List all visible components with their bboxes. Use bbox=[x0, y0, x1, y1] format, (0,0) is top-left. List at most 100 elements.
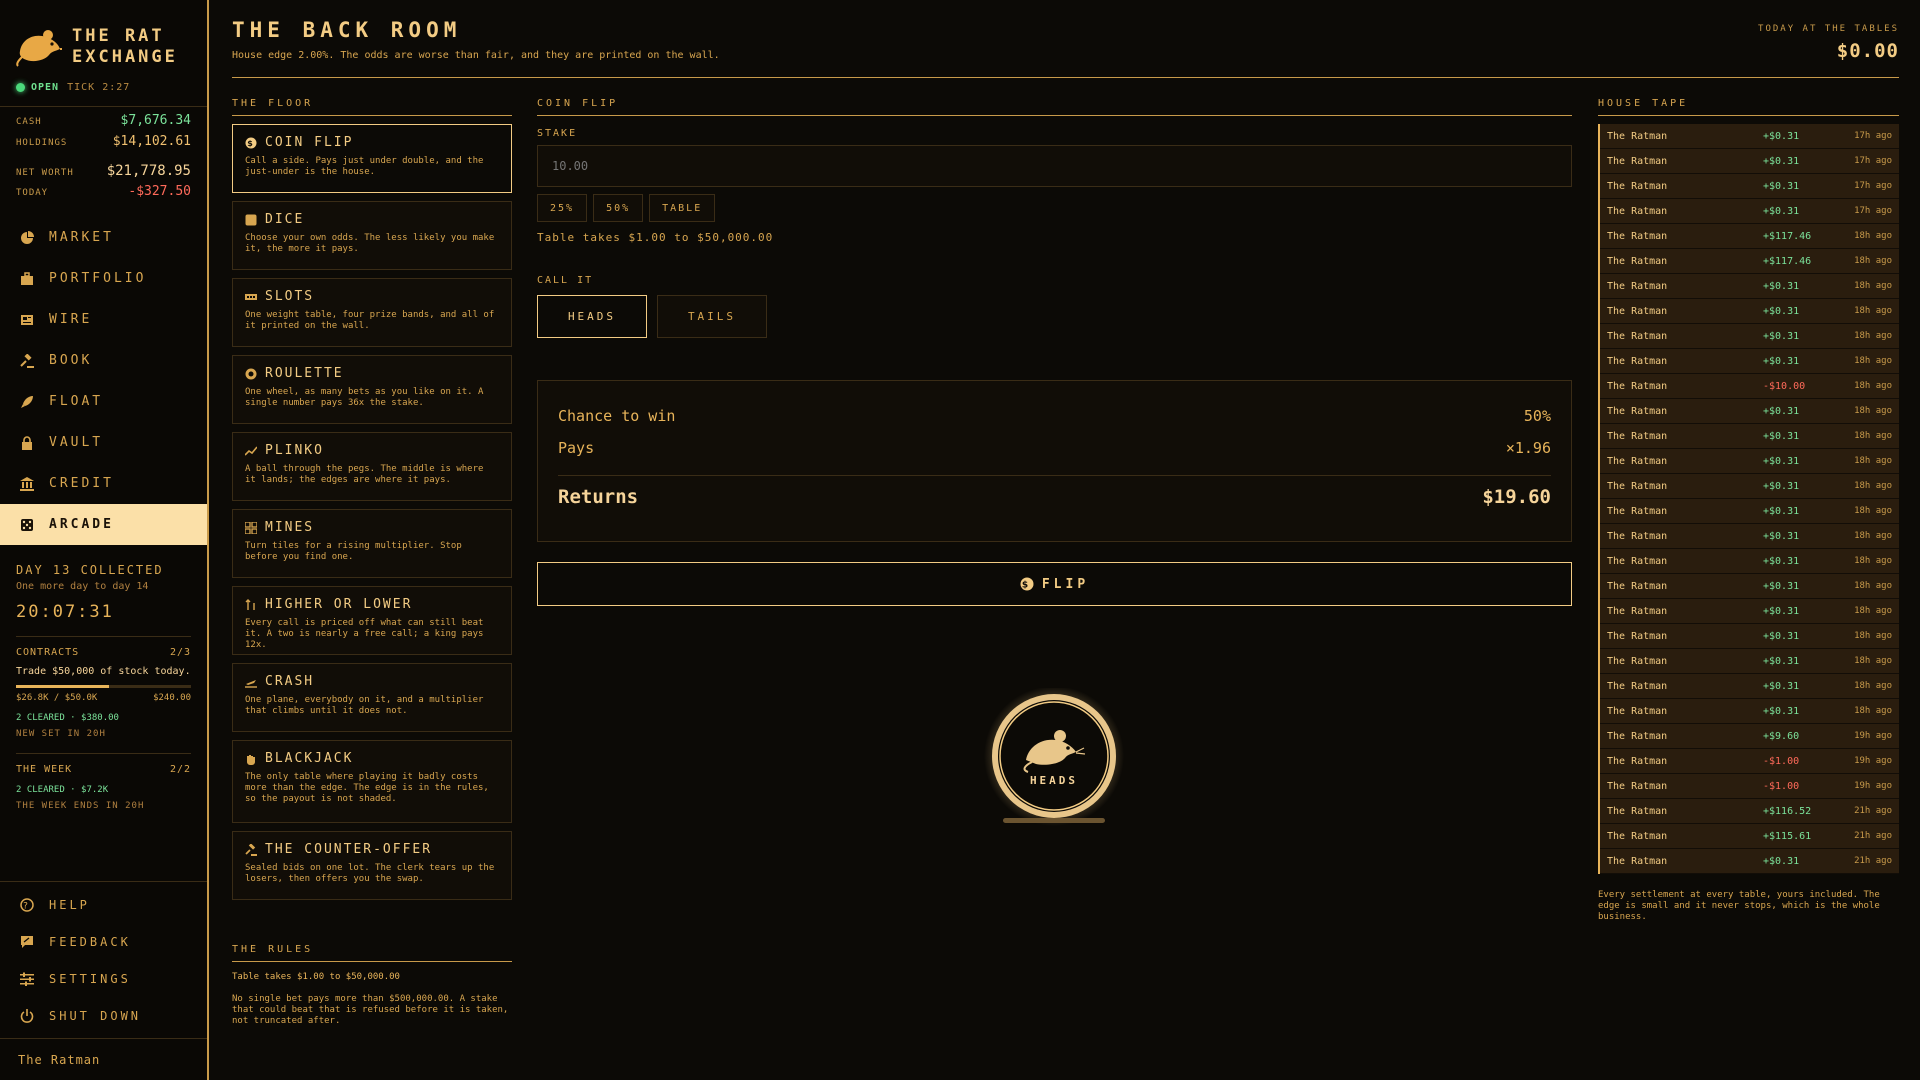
tape-user: The Ratman bbox=[1607, 380, 1668, 392]
tape-time: 18h ago bbox=[1854, 456, 1892, 466]
game-card-blackjack[interactable]: BLACKJACK The only table where playing i… bbox=[232, 740, 512, 823]
game-desc: One plane, everybody on it, and a multip… bbox=[245, 695, 484, 716]
tape-amount: +$0.31 bbox=[1763, 455, 1800, 467]
week-panel[interactable]: THE WEEK 2/2 2 CLEARED · $7.2K THE WEEK … bbox=[0, 754, 207, 811]
contract-numbers: $26.8K / $50.0K $240.00 bbox=[16, 693, 191, 703]
nav-item-arcade[interactable]: ARCADE bbox=[0, 504, 207, 545]
rules-line: Table takes $1.00 to $50,000.00 bbox=[232, 972, 400, 982]
brand-line-2: EXCHANGE bbox=[72, 47, 178, 67]
coin-face-graphic bbox=[984, 686, 1124, 826]
game-card-counter-offer[interactable]: THE COUNTER-OFFER Sealed bids on one lot… bbox=[232, 831, 512, 900]
tape-time: 18h ago bbox=[1854, 431, 1892, 441]
tape-time: 18h ago bbox=[1854, 506, 1892, 516]
quick-25-button[interactable]: 25% bbox=[537, 194, 588, 222]
tape-user: The Ratman bbox=[1607, 830, 1668, 842]
coin-flip-panel: COIN FLIP STAKE 25% 50% TABLE Table take… bbox=[537, 98, 1572, 826]
current-user[interactable]: The Ratman bbox=[0, 1038, 207, 1080]
contract-task: Trade $50,000 of stock today. bbox=[16, 666, 191, 677]
coin[interactable]: HEADS bbox=[984, 686, 1124, 828]
app-root: THE RAT EXCHANGE OPEN TICK 2:27 CASH $7,… bbox=[0, 0, 1920, 1080]
tape-amount: +$0.31 bbox=[1763, 205, 1800, 217]
game-card-slots[interactable]: SLOTS One weight table, four prize bands… bbox=[232, 278, 512, 347]
brand[interactable]: THE RAT EXCHANGE bbox=[0, 0, 207, 74]
game-card-higher-or-lower[interactable]: HIGHER OR LOWER Every call is priced off… bbox=[232, 586, 512, 655]
tape-amount: +$115.61 bbox=[1763, 830, 1812, 842]
daily-timer: 20:07:31 bbox=[16, 602, 114, 622]
cash-row: CASH $7,676.34 bbox=[16, 113, 191, 134]
nav-item-settings[interactable]: SETTINGS bbox=[0, 960, 207, 997]
tape-user: The Ratman bbox=[1607, 580, 1668, 592]
game-card-dice[interactable]: DICE Choose your own odds. The less like… bbox=[232, 201, 512, 270]
game-desc: One wheel, as many bets as you like on i… bbox=[245, 387, 484, 408]
returns-row: Returns $19.60 bbox=[558, 486, 1551, 518]
tape-user: The Ratman bbox=[1607, 780, 1668, 792]
nav-item-vault[interactable]: VAULT bbox=[0, 422, 207, 463]
tape-user: The Ratman bbox=[1607, 630, 1668, 642]
tape-row: The Ratman +$0.31 18h ago bbox=[1600, 449, 1899, 474]
flip-button[interactable]: $ FLIP bbox=[537, 562, 1572, 606]
tape-amount: +$0.31 bbox=[1763, 180, 1800, 192]
quick-50-button[interactable]: 50% bbox=[593, 194, 644, 222]
contract-reward: $240.00 bbox=[153, 693, 191, 703]
cash-label: CASH bbox=[16, 117, 42, 127]
coin-face-label: HEADS bbox=[1029, 774, 1079, 787]
quick-table-button[interactable]: TABLE bbox=[649, 194, 716, 222]
daily-title: DAY 13 COLLECTED bbox=[16, 563, 164, 577]
game-card-mines[interactable]: MINES Turn tiles for a rising multiplier… bbox=[232, 509, 512, 578]
contracts-label: CONTRACTS bbox=[16, 647, 80, 658]
tape-user: The Ratman bbox=[1607, 455, 1668, 467]
tape-time: 19h ago bbox=[1854, 731, 1892, 741]
tape-amount: +$0.31 bbox=[1763, 130, 1800, 142]
tape-row: The Ratman +$0.31 17h ago bbox=[1600, 124, 1899, 149]
tape-row: The Ratman +$0.31 21h ago bbox=[1600, 849, 1899, 874]
tape-amount: +$0.31 bbox=[1763, 505, 1800, 517]
dice-icon bbox=[245, 214, 257, 225]
tape-user: The Ratman bbox=[1607, 255, 1668, 267]
tape-time: 17h ago bbox=[1854, 181, 1892, 191]
game-card-crash[interactable]: CRASH One plane, everybody on it, and a … bbox=[232, 663, 512, 732]
contracts-panel[interactable]: CONTRACTS 2/3 Trade $50,000 of stock tod… bbox=[0, 637, 207, 739]
nav-item-shutdown[interactable]: SHUT DOWN bbox=[0, 997, 207, 1034]
gavel-icon bbox=[20, 353, 34, 368]
house-tape: HOUSE TAPE The Ratman +$0.31 17h ago The Ra… bbox=[1598, 98, 1899, 923]
tape-user: The Ratman bbox=[1607, 330, 1668, 342]
tape-user: The Ratman bbox=[1607, 155, 1668, 167]
nav-label: BOOK bbox=[49, 353, 93, 368]
nav-item-market[interactable]: MARKET bbox=[0, 217, 207, 258]
nav-item-credit[interactable]: CREDIT bbox=[0, 463, 207, 504]
tape-amount: +$0.31 bbox=[1763, 855, 1800, 867]
networth-row: NET WORTH $21,778.95 bbox=[16, 163, 191, 184]
nav-item-wire[interactable]: WIRE bbox=[0, 299, 207, 340]
chance-row: Chance to win 50% bbox=[558, 407, 1551, 439]
tails-button[interactable]: TAILS bbox=[657, 295, 767, 338]
tape-time: 18h ago bbox=[1854, 606, 1892, 616]
heads-button[interactable]: HEADS bbox=[537, 295, 647, 338]
game-card-coin-flip[interactable]: $ COIN FLIP Call a side. Pays just under … bbox=[232, 124, 512, 193]
nav-item-help[interactable]: ? HELP bbox=[0, 886, 207, 923]
nav-item-portfolio[interactable]: PORTFOLIO bbox=[0, 258, 207, 299]
rules-label: THE RULES bbox=[232, 944, 512, 962]
tape-row: The Ratman +$0.31 18h ago bbox=[1600, 274, 1899, 299]
tape-time: 17h ago bbox=[1854, 156, 1892, 166]
svg-text:?: ? bbox=[23, 901, 31, 911]
game-desc: Choose your own odds. The less likely yo… bbox=[245, 233, 495, 254]
status-tick: TICK 2:27 bbox=[67, 81, 131, 93]
tape-row: The Ratman -$1.00 19h ago bbox=[1600, 774, 1899, 799]
tape-row: The Ratman +$0.31 18h ago bbox=[1600, 399, 1899, 424]
nav-item-float[interactable]: FLOAT bbox=[0, 381, 207, 422]
tape-amount: +$0.31 bbox=[1763, 305, 1800, 317]
tape-time: 18h ago bbox=[1854, 681, 1892, 691]
chance-value: 50% bbox=[1523, 407, 1551, 425]
sidebar: THE RAT EXCHANGE OPEN TICK 2:27 CASH $7,… bbox=[0, 0, 209, 1080]
stake-input[interactable] bbox=[537, 145, 1572, 187]
tape-user: The Ratman bbox=[1607, 605, 1668, 617]
tape-user: The Ratman bbox=[1607, 655, 1668, 667]
nav-item-book[interactable]: BOOK bbox=[0, 340, 207, 381]
nav-item-feedback[interactable]: FEEDBACK bbox=[0, 923, 207, 960]
game-card-roulette[interactable]: ROULETTE One wheel, as many bets as you … bbox=[232, 355, 512, 424]
tape-time: 18h ago bbox=[1854, 406, 1892, 416]
game-card-plinko[interactable]: PLINKO A ball through the pegs. The midd… bbox=[232, 432, 512, 501]
chance-label: Chance to win bbox=[558, 407, 676, 425]
bank-icon bbox=[20, 476, 34, 491]
hand-icon bbox=[247, 754, 255, 765]
